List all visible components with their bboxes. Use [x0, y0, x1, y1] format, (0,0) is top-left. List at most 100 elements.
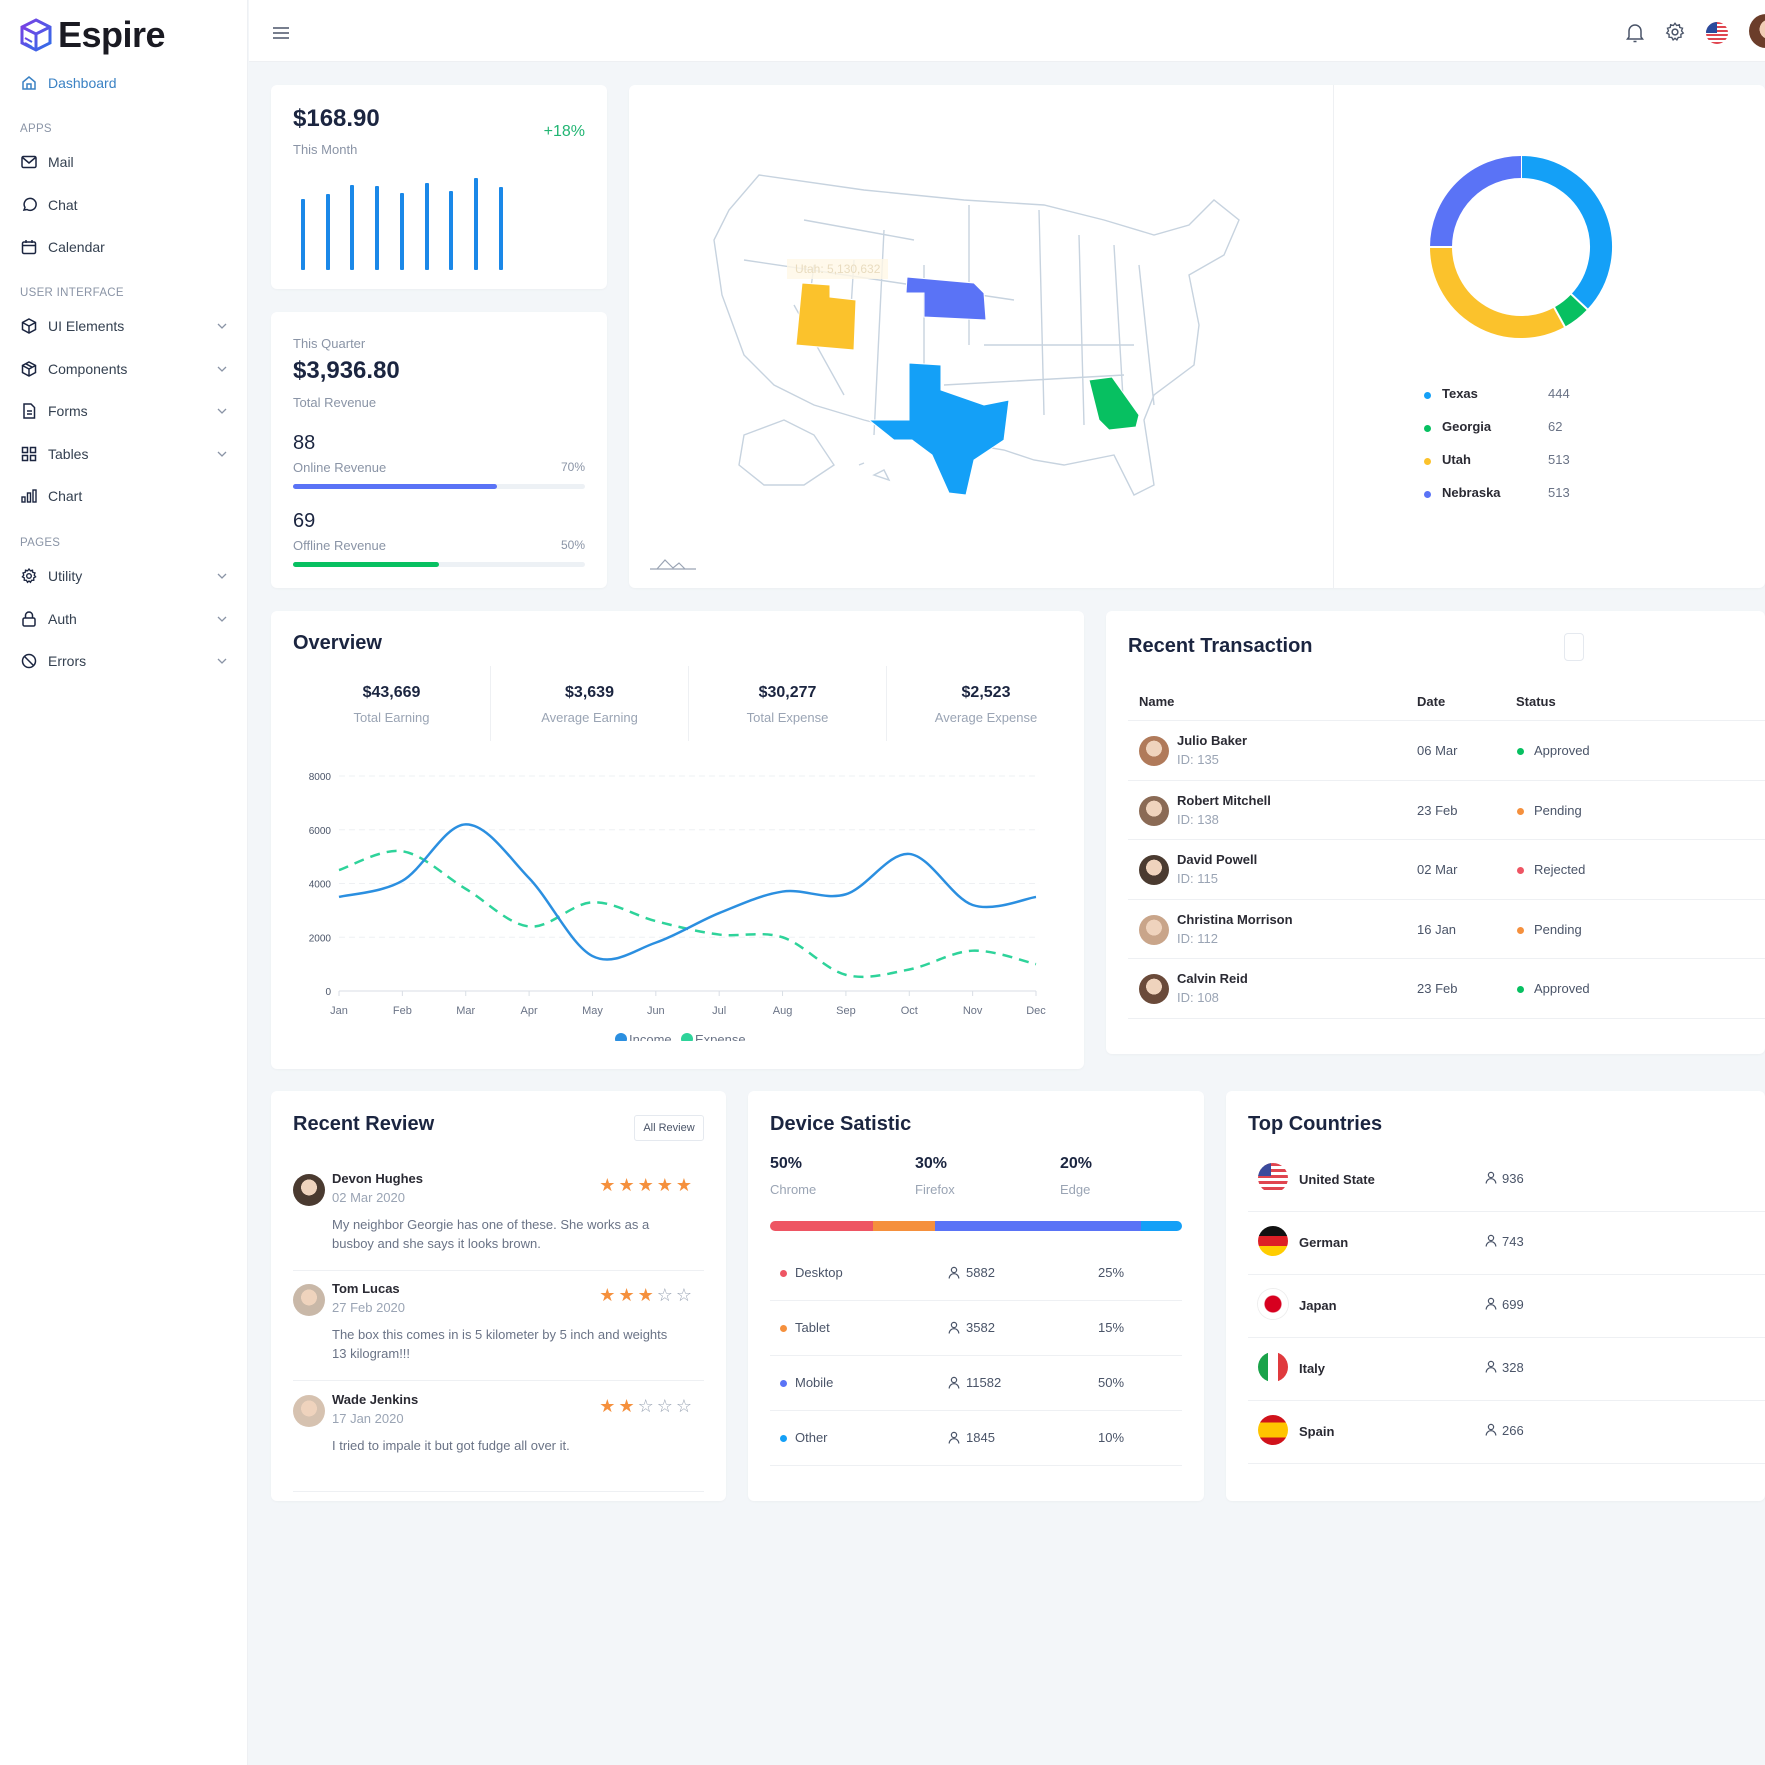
- country-row[interactable]: Japan 699: [1248, 1275, 1765, 1338]
- sidebar: Espire Dashboard APPS Mail Chat Calendar…: [0, 0, 248, 1765]
- sidebar-item-chat[interactable]: Chat: [20, 191, 232, 219]
- legend-item[interactable]: Texas 444: [1424, 385, 1765, 405]
- series-line-expense[interactable]: [338, 849, 1037, 979]
- legend-value: 62: [1548, 419, 1563, 434]
- status-dot: [1517, 926, 1524, 934]
- country-row[interactable]: Spain 266: [1248, 1401, 1765, 1464]
- table-row[interactable]: David Powell ID: 115 02 Mar Rejected: [1128, 840, 1765, 900]
- online-progress: [293, 484, 585, 489]
- user-icon: [1485, 1423, 1497, 1441]
- map-card: Utah: 5,130,632 Texas 444 Georgia 62 Utah 513…: [629, 85, 1765, 588]
- star-filled-icon: ★: [599, 1396, 616, 1416]
- legend-marker: [681, 1033, 693, 1041]
- legend-item[interactable]: Utah 513: [1424, 451, 1765, 471]
- stat-value: $30,277: [758, 684, 817, 701]
- y-tick-label: 2000: [309, 933, 332, 944]
- table-row[interactable]: Julio Baker ID: 135 06 Mar Approved: [1128, 721, 1765, 781]
- sidebar-item-label: Mail: [48, 154, 74, 170]
- sidebar-item-label: Errors: [48, 653, 87, 669]
- sidebar-item-calendar[interactable]: Calendar: [20, 233, 232, 261]
- reviewer-avatar: [293, 1174, 325, 1206]
- user-icon: [948, 1431, 960, 1447]
- donut-slice[interactable]: [1430, 156, 1522, 248]
- device-name: Desktop: [795, 1265, 843, 1280]
- bell-icon[interactable]: [1625, 22, 1645, 44]
- menu-icon[interactable]: [272, 26, 290, 40]
- donut-slice[interactable]: [1553, 293, 1588, 327]
- gear-icon: [20, 567, 38, 585]
- status-badge: Approved: [1534, 743, 1590, 758]
- sidebar-item-errors[interactable]: Errors: [20, 647, 232, 675]
- chevron-down-icon: [217, 451, 227, 457]
- month-label: This Month: [293, 142, 358, 157]
- grid-icon: [20, 445, 38, 463]
- us-flag-icon[interactable]: [1706, 22, 1728, 44]
- map-zoom-icon[interactable]: [649, 555, 697, 571]
- bar-chart-icon: [20, 487, 38, 505]
- sidebar-item-mail[interactable]: Mail: [20, 148, 232, 176]
- series-line-income[interactable]: [338, 823, 1037, 961]
- transaction-title: Recent Transaction: [1128, 635, 1313, 657]
- sidebar-item-forms[interactable]: Forms: [20, 397, 232, 425]
- sidebar-item-ui-elements[interactable]: UI Elements: [20, 312, 232, 340]
- star-rating: ★ ★ ★ ☆ ☆: [599, 1285, 692, 1306]
- sidebar-item-tables[interactable]: Tables: [20, 440, 232, 468]
- section-apps: APPS: [20, 123, 52, 135]
- reviewer-avatar: [293, 1395, 325, 1427]
- jp-flag-icon: [1258, 1289, 1288, 1319]
- reviewer-name: Tom Lucas: [332, 1281, 400, 1296]
- user-avatar[interactable]: [1749, 14, 1765, 48]
- browser-stats: 50% Chrome 30% Firefox 20% Edge: [770, 1155, 1190, 1205]
- sidebar-item-dashboard[interactable]: Dashboard: [20, 69, 232, 97]
- country-row[interactable]: German 743: [1248, 1212, 1765, 1275]
- settings-gear-icon[interactable]: [1665, 22, 1685, 42]
- sidebar-item-chart[interactable]: Chart: [20, 482, 232, 510]
- transaction-date: 16 Jan: [1417, 921, 1457, 937]
- transaction-action-button[interactable]: [1564, 633, 1584, 661]
- device-bar-segment: [934, 1221, 1141, 1231]
- legend-item[interactable]: Nebraska 513: [1424, 484, 1765, 504]
- country-row[interactable]: Italy 328: [1248, 1338, 1765, 1401]
- status-dot: [1517, 867, 1524, 874]
- device-bar-segment: [770, 1221, 873, 1231]
- sidebar-item-utility[interactable]: Utility: [20, 562, 232, 590]
- legend-label[interactable]: Income: [629, 1032, 672, 1041]
- top-bar: [249, 0, 1765, 62]
- us-map[interactable]: [684, 165, 1254, 515]
- device-name: Mobile: [795, 1375, 834, 1390]
- donut-slice[interactable]: [1520, 156, 1612, 310]
- all-review-button[interactable]: All Review: [634, 1115, 704, 1141]
- country-users: 328: [1502, 1360, 1524, 1375]
- logo[interactable]: Espire: [20, 14, 166, 56]
- avatar: [1139, 736, 1169, 766]
- table-row[interactable]: Calvin Reid ID: 108 23 Feb Approved: [1128, 959, 1765, 1019]
- transaction-name: Christina Morrison: [1177, 911, 1293, 927]
- review-title: Recent Review: [293, 1113, 435, 1135]
- status-badge: Pending: [1534, 921, 1582, 937]
- overview-stat: $2,523 Average Expense: [887, 666, 1085, 741]
- sidebar-item-label: UI Elements: [48, 318, 125, 334]
- column-date: Date: [1417, 694, 1446, 709]
- cube-icon: [20, 317, 38, 335]
- status-dot: [1517, 986, 1524, 993]
- legend-label[interactable]: Expense: [695, 1032, 746, 1041]
- country-row[interactable]: United State 936: [1248, 1149, 1765, 1212]
- sidebar-item-components[interactable]: Components: [20, 355, 232, 383]
- calendar-icon: [20, 238, 38, 256]
- sidebar-item-auth[interactable]: Auth: [20, 605, 232, 633]
- map-tooltip: Utah: 5,130,632: [787, 259, 889, 279]
- device-dot: [780, 1435, 787, 1442]
- device-percent: 10%: [1098, 1430, 1125, 1445]
- home-icon: [20, 74, 38, 92]
- donut-slice[interactable]: [1430, 246, 1565, 338]
- legend-item[interactable]: Georgia 62: [1424, 418, 1765, 438]
- table-row[interactable]: Robert Mitchell ID: 138 23 Feb Pending: [1128, 781, 1765, 840]
- review-item: Devon Hughes 02 Mar 2020 My neighbor Georg…: [293, 1169, 704, 1271]
- table-row[interactable]: Christina Morrison ID: 112 16 Jan Pending: [1128, 900, 1765, 959]
- es-flag-icon: [1258, 1415, 1288, 1445]
- browser-percent: 50%: [770, 1155, 803, 1172]
- x-tick-label: Sep: [836, 1005, 856, 1017]
- chevron-down-icon: [217, 573, 227, 579]
- x-tick-label: Jan: [330, 1005, 348, 1017]
- transaction-name: Julio Baker: [1177, 733, 1248, 748]
